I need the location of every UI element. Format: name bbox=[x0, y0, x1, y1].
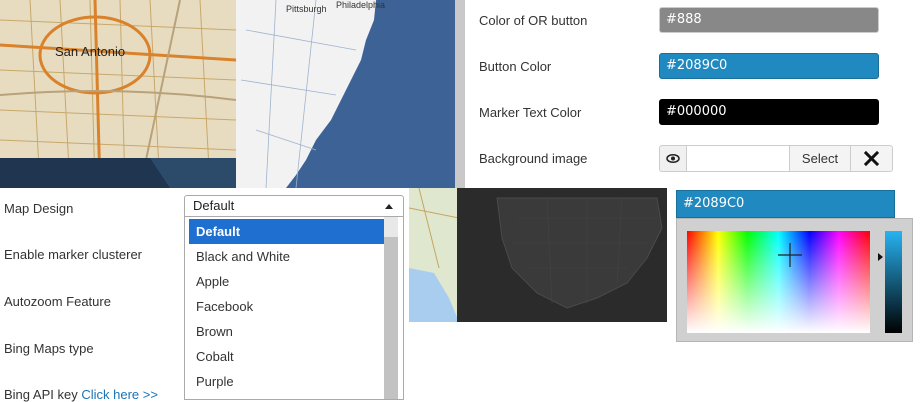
color-saturation-area[interactable] bbox=[687, 231, 870, 333]
map-design-select[interactable]: Default bbox=[184, 195, 404, 217]
marker-text-color-label: Marker Text Color bbox=[479, 105, 582, 120]
option-apple[interactable]: Apple bbox=[189, 269, 384, 294]
map-design-selected-value: Default bbox=[193, 198, 235, 213]
close-icon bbox=[863, 150, 880, 167]
background-image-select-button[interactable]: Select bbox=[789, 145, 851, 172]
bing-maps-type-label: Bing Maps type bbox=[4, 341, 94, 356]
caret-up-icon bbox=[385, 204, 393, 209]
dark-map-strip bbox=[0, 158, 236, 188]
terrain-map-preview bbox=[409, 188, 459, 322]
preview-image-button[interactable] bbox=[659, 145, 687, 172]
eye-icon bbox=[666, 153, 680, 164]
map-design-options-list: Default Black and White Apple Facebook B… bbox=[184, 217, 404, 400]
dark-map-preview bbox=[457, 188, 667, 322]
marker-clusterer-label: Enable marker clusterer bbox=[4, 247, 142, 262]
option-default[interactable]: Default bbox=[189, 219, 384, 244]
color-brightness-slider[interactable] bbox=[885, 231, 902, 333]
grey-map-preview bbox=[455, 0, 465, 188]
background-image-label: Background image bbox=[479, 151, 588, 166]
button-color-input[interactable]: #2089C0 bbox=[659, 53, 879, 79]
autozoom-label: Autozoom Feature bbox=[4, 294, 111, 309]
clear-background-image-button[interactable] bbox=[850, 145, 893, 172]
or-button-color-label: Color of OR button bbox=[479, 13, 588, 28]
city-label-philadelphia: Philadelphia bbox=[336, 0, 385, 10]
option-brown[interactable]: Brown bbox=[189, 319, 384, 344]
map-design-label: Map Design bbox=[4, 201, 74, 216]
or-button-color-input[interactable]: #888 bbox=[659, 7, 879, 33]
background-image-input[interactable] bbox=[687, 145, 790, 172]
terrain-map-graphic bbox=[409, 188, 459, 322]
option-facebook[interactable]: Facebook bbox=[189, 294, 384, 319]
options-scrollbar-thumb[interactable] bbox=[384, 237, 398, 399]
option-cobalt[interactable]: Cobalt bbox=[189, 344, 384, 369]
city-label-san-antonio: San Antonio bbox=[55, 44, 125, 59]
option-purple[interactable]: Purple bbox=[189, 369, 384, 394]
dark-map-graphic bbox=[457, 188, 667, 322]
coast-map-graphic: Pittsburgh Philadelphia bbox=[236, 0, 468, 188]
coast-map-preview: Pittsburgh Philadelphia bbox=[236, 0, 468, 188]
option-black-and-white[interactable]: Black and White bbox=[189, 244, 384, 269]
slider-arrow-icon[interactable] bbox=[878, 253, 883, 261]
marker-text-color-input[interactable]: #000000 bbox=[659, 99, 879, 125]
dark-map-strip-graphic bbox=[0, 158, 236, 188]
color-picker-input[interactable]: #2089C0 bbox=[676, 190, 895, 218]
button-color-label: Button Color bbox=[479, 59, 552, 74]
color-picker-popup bbox=[676, 218, 913, 342]
city-label-pittsburgh: Pittsburgh bbox=[286, 4, 327, 14]
